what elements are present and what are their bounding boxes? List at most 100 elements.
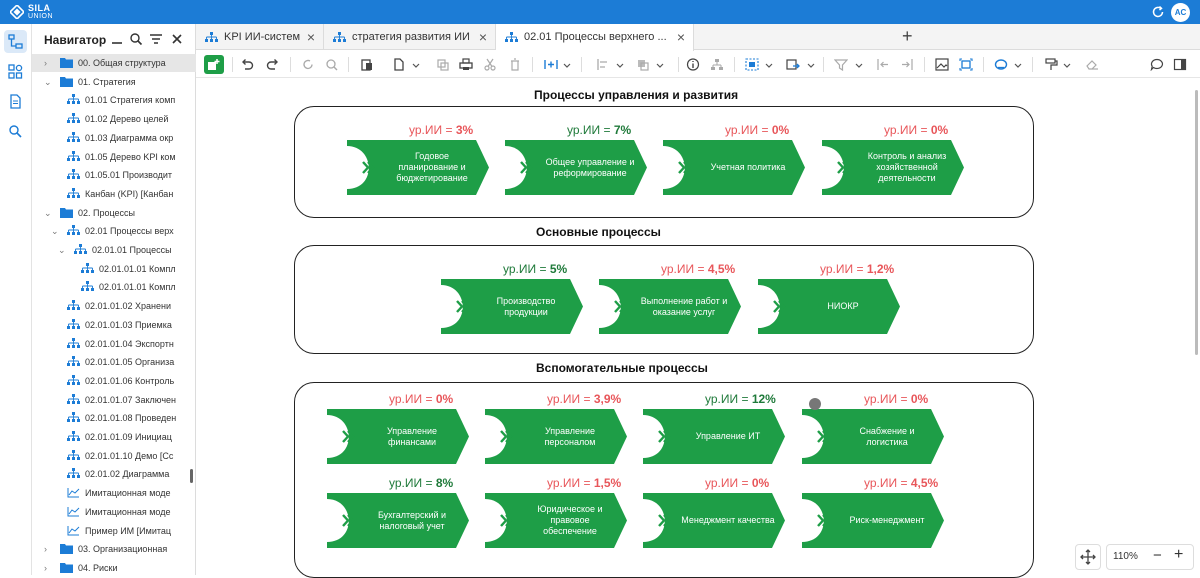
dropdown-caret-icon[interactable]	[765, 63, 773, 68]
close-tab-icon[interactable]: ×	[479, 24, 487, 50]
logo[interactable]: SILA UNION	[10, 3, 66, 21]
tree-item[interactable]: Пример ИМ [Имитац	[32, 522, 196, 540]
dropdown-caret-icon[interactable]	[563, 63, 571, 68]
process-block[interactable]: Риск-менеджмент	[802, 493, 944, 548]
sync-icon[interactable]	[1151, 5, 1165, 19]
diagram-canvas[interactable]: Процессы управления и развития ур.ИИ = 3%…	[196, 79, 1200, 578]
tree-item[interactable]: 02.01.01.10 Демо [Сс	[32, 447, 196, 465]
tab-strategy[interactable]: стратегия развития ИИ ×	[324, 24, 496, 50]
dropdown-caret-icon[interactable]	[807, 63, 815, 68]
process-block[interactable]: Бухгалтерский и налоговый учет	[327, 493, 469, 548]
save-model-button[interactable]	[204, 55, 224, 74]
chevron-down-icon[interactable]: ⌄	[44, 73, 52, 91]
close-tab-icon[interactable]: ×	[307, 24, 315, 50]
tree-item[interactable]: 02.01.02 Диаграмма	[32, 465, 196, 483]
zoom-in-button[interactable]: +	[1174, 543, 1183, 567]
tree-item[interactable]: ⌄ 01. Стратегия	[32, 73, 196, 91]
process-block[interactable]: Годовое планирование и бюджетирование	[347, 140, 489, 195]
canvas-scrollbar[interactable]	[1195, 90, 1198, 355]
expand-button[interactable]	[897, 55, 917, 74]
process-block[interactable]: Выполнение работ и оказание услуг	[599, 279, 741, 334]
tree-item[interactable]: › 00. Общая структура	[32, 54, 196, 72]
navigator-toggle-button[interactable]	[4, 30, 27, 53]
align-dropdown[interactable]	[593, 55, 613, 74]
tree-item[interactable]: 01.03 Диаграмма окр	[32, 129, 196, 147]
process-block[interactable]: Управление финансами	[327, 409, 469, 464]
tree-item[interactable]: 02.01.01.08 Проведен	[32, 409, 196, 427]
tree-item[interactable]: 01.02 Дерево целей	[32, 110, 196, 128]
fit-button[interactable]	[956, 55, 976, 74]
minimize-icon[interactable]	[110, 32, 124, 46]
process-block[interactable]: Производство продукции	[441, 279, 583, 334]
process-block[interactable]: Менеджмент качества	[643, 493, 785, 548]
tree-item[interactable]: › 03. Организационная	[32, 540, 196, 558]
close-tab-icon[interactable]: ×	[677, 24, 685, 50]
tree-item[interactable]: 01.01 Стратегия комп	[32, 91, 196, 109]
print-button[interactable]	[456, 55, 476, 74]
comments-button[interactable]	[1147, 55, 1167, 74]
tab-kpi[interactable]: KPI ИИ-систем ×	[196, 24, 324, 50]
format-painter-dropdown[interactable]	[1041, 55, 1061, 74]
zoom-out-button[interactable]: −	[1153, 544, 1162, 568]
chevron-down-icon[interactable]: ⌄	[51, 222, 59, 240]
tree-item[interactable]: 02.01.01.02 Хранени	[32, 297, 196, 315]
tree-item[interactable]: 02.01.01.05 Организа	[32, 353, 196, 371]
process-block[interactable]: Общее управление и реформирование	[505, 140, 647, 195]
add-tab-button[interactable]: +	[902, 25, 913, 47]
tree-item[interactable]: ⌄ 02.01 Процессы верх	[32, 222, 196, 240]
navigator-scrollbar[interactable]	[190, 469, 193, 483]
tree-item[interactable]: 02.01.01.07 Заключен	[32, 391, 196, 409]
panel-toggle-button[interactable]	[1170, 55, 1190, 74]
hierarchy-button[interactable]	[707, 55, 727, 74]
new-object-dropdown[interactable]	[390, 55, 410, 74]
process-block[interactable]: Снабжение и логистика	[802, 409, 944, 464]
collapse-button[interactable]	[873, 55, 893, 74]
dropdown-caret-icon[interactable]	[855, 63, 863, 68]
documents-button[interactable]	[4, 90, 27, 113]
tree-item[interactable]: 01.05.01 Производит	[32, 166, 196, 184]
dropdown-caret-icon[interactable]	[412, 63, 420, 68]
process-block[interactable]: Юридическое и правовое обеспечение	[485, 493, 627, 548]
avatar[interactable]: AC	[1171, 3, 1190, 22]
delete-button[interactable]	[505, 55, 525, 74]
pan-button[interactable]	[1075, 544, 1101, 570]
chevron-right-icon[interactable]: ›	[44, 559, 47, 577]
chevron-down-icon[interactable]: ⌄	[44, 204, 52, 222]
process-block[interactable]: Учетная политика	[663, 140, 805, 195]
process-block[interactable]: НИОКР	[758, 279, 900, 334]
filter-icon[interactable]	[149, 32, 163, 46]
refresh-button[interactable]	[298, 55, 318, 74]
tree-item[interactable]: 02.01.01.01 Компл	[32, 278, 196, 296]
chevron-down-icon[interactable]: ⌄	[58, 241, 66, 259]
cut-button[interactable]	[480, 55, 500, 74]
search-icon[interactable]	[129, 32, 143, 46]
insert-dropdown[interactable]	[541, 55, 561, 74]
tree-item[interactable]: 02.01.01.01 Компл	[32, 260, 196, 278]
process-block[interactable]: Управление ИТ	[643, 409, 785, 464]
eraser-button[interactable]	[1082, 55, 1102, 74]
tree-item[interactable]: ⌄ 02.01.01 Процессы	[32, 241, 196, 259]
tree-item[interactable]: 02.01.01.09 Инициац	[32, 428, 196, 446]
tab-processes[interactable]: 02.01 Процессы верхнего ... ×	[496, 24, 694, 51]
tree-item[interactable]: 02.01.01.03 Приемка	[32, 316, 196, 334]
link-indicator-icon[interactable]	[809, 398, 821, 410]
tree-item[interactable]: 02.01.01.06 Контроль	[32, 372, 196, 390]
close-icon[interactable]	[170, 32, 184, 46]
image-button[interactable]	[932, 55, 952, 74]
export-dropdown[interactable]	[783, 55, 803, 74]
select-dropdown[interactable]	[742, 55, 762, 74]
layers-dropdown[interactable]	[991, 55, 1011, 74]
dropdown-caret-icon[interactable]	[1063, 63, 1071, 68]
tree-item[interactable]: Канбан (KPI) [Канбан	[32, 185, 196, 203]
filter-dropdown[interactable]	[831, 55, 851, 74]
dropdown-caret-icon[interactable]	[656, 63, 664, 68]
search-button[interactable]	[4, 120, 27, 143]
tree-item[interactable]: Имитационная моде	[32, 484, 196, 502]
chevron-right-icon[interactable]: ›	[44, 54, 47, 72]
tree-item[interactable]: 01.05 Дерево KPI ком	[32, 148, 196, 166]
tree-item[interactable]: ⌄ 02. Процессы	[32, 204, 196, 222]
tree-item[interactable]: Имитационная моде	[32, 503, 196, 521]
dropdown-caret-icon[interactable]	[1014, 63, 1022, 68]
paste-button[interactable]	[357, 55, 377, 74]
redo-button[interactable]	[263, 55, 283, 74]
